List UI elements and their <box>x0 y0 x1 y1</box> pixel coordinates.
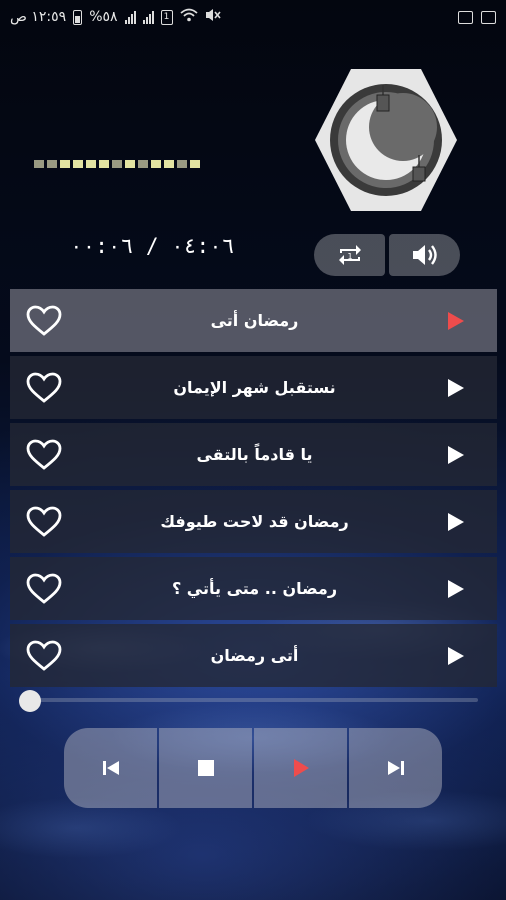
status-time: ١٢:٥٩ ص <box>10 9 67 25</box>
skip-next-icon <box>387 761 404 775</box>
track-play-icon[interactable] <box>447 646 465 666</box>
track-row[interactable]: نستقبل شهر الإيمان <box>10 356 497 419</box>
stop-button[interactable] <box>159 728 252 808</box>
track-row[interactable]: رمضان .. متى يأتي ؟ <box>10 557 497 620</box>
eq-bar <box>151 160 161 168</box>
eq-bar <box>164 160 174 168</box>
seek-bar[interactable] <box>28 698 478 702</box>
track-title: رمضان .. متى يأتي ؟ <box>171 579 338 598</box>
favorite-heart-icon[interactable] <box>26 372 62 404</box>
eq-bar <box>190 160 200 168</box>
status-bar: ١٢:٥٩ ص %٥٨ 1 <box>0 0 506 34</box>
stop-icon <box>197 760 214 776</box>
track-row[interactable]: يا قادماً بالتقى <box>10 423 497 486</box>
track-title: أتى رمضان <box>210 646 299 665</box>
track-play-icon[interactable] <box>447 311 465 331</box>
eq-bar <box>125 160 135 168</box>
favorite-heart-icon[interactable] <box>26 640 62 672</box>
eq-bar <box>138 160 148 168</box>
previous-button[interactable] <box>64 728 157 808</box>
track-row[interactable]: رمضان قد لاحت طيوفك <box>10 490 497 553</box>
skip-previous-icon <box>102 761 119 775</box>
equalizer-visualizer <box>34 160 200 168</box>
battery-percent: %٥٨ <box>89 9 118 25</box>
track-row[interactable]: أتى رمضان <box>10 624 497 687</box>
track-play-icon[interactable] <box>447 512 465 532</box>
favorite-heart-icon[interactable] <box>26 439 62 471</box>
track-title: رمضان أتى <box>210 311 299 330</box>
track-list: رمضان أتى نستقبل شهر الإيمان يا قادماً بال… <box>10 289 497 691</box>
repeat-one-icon: 1 <box>338 245 361 265</box>
favorite-heart-icon[interactable] <box>26 573 62 605</box>
eq-bar <box>60 160 70 168</box>
time-display: ٠٤:٠٦ / ٠٠:٠٦ <box>70 234 235 258</box>
eq-bar <box>177 160 187 168</box>
volume-button[interactable] <box>389 234 460 276</box>
eq-bar <box>47 160 57 168</box>
track-play-icon[interactable] <box>447 445 465 465</box>
volume-icon <box>412 245 437 265</box>
repeat-volume-group: 1 <box>314 234 460 276</box>
repeat-button[interactable]: 1 <box>314 234 385 276</box>
track-title: رمضان قد لاحت طيوفك <box>160 512 349 531</box>
eq-bar <box>34 160 44 168</box>
play-button[interactable] <box>254 728 347 808</box>
wifi-icon <box>179 8 198 26</box>
track-play-icon[interactable] <box>447 579 465 599</box>
signal-icon <box>124 10 136 24</box>
mute-icon <box>205 8 221 26</box>
seek-knob[interactable] <box>19 690 41 712</box>
eq-bar <box>112 160 122 168</box>
track-row[interactable]: رمضان أتى <box>10 289 497 352</box>
sim-icon: 1 <box>160 9 173 25</box>
eq-bar <box>73 160 83 168</box>
next-button[interactable] <box>349 728 442 808</box>
signal-2-icon <box>142 10 154 24</box>
battery-icon <box>73 9 83 25</box>
track-title: نستقبل شهر الإيمان <box>173 378 336 397</box>
album-art <box>311 65 461 215</box>
eq-bar <box>86 160 96 168</box>
track-title: يا قادماً بالتقى <box>196 445 313 464</box>
svg-text:1: 1 <box>347 252 352 261</box>
favorite-heart-icon[interactable] <box>26 305 62 337</box>
screenshot-icon <box>458 10 473 24</box>
image-icon <box>481 10 496 24</box>
track-play-icon[interactable] <box>447 378 465 398</box>
favorite-heart-icon[interactable] <box>26 506 62 538</box>
eq-bar <box>99 160 109 168</box>
play-icon <box>293 759 309 777</box>
playback-controls <box>64 728 442 808</box>
